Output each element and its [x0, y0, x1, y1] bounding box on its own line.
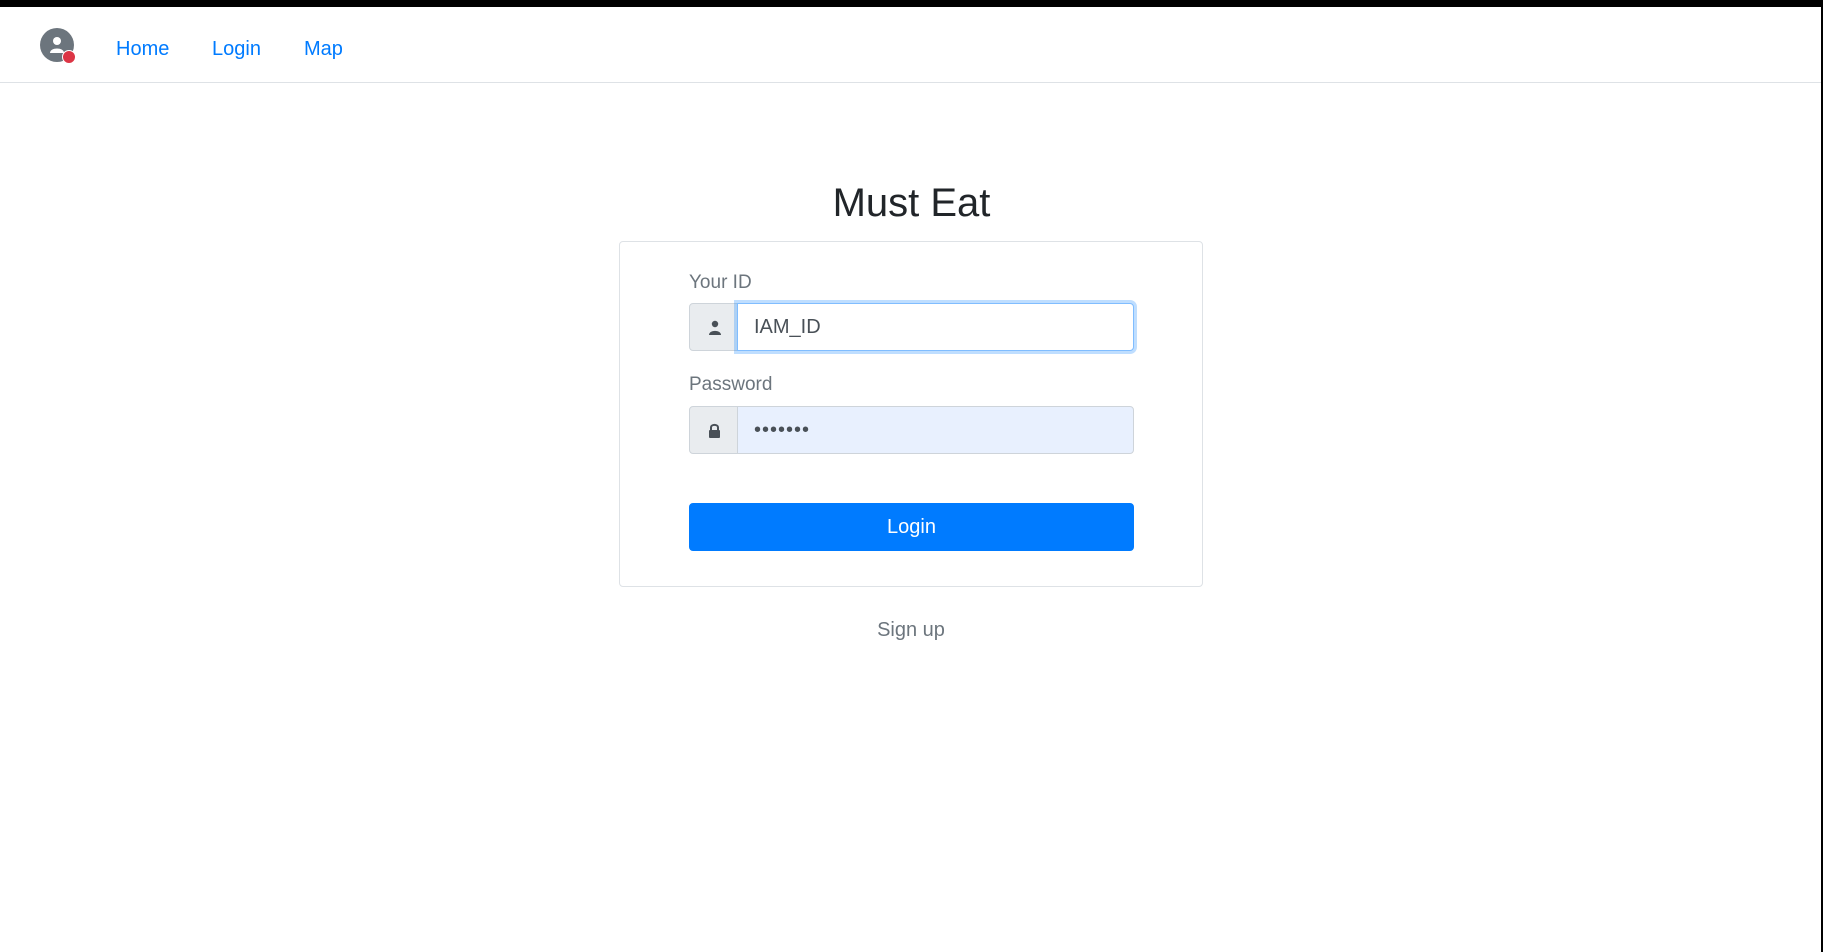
nav-login-link[interactable]: Login: [212, 37, 261, 61]
page-title: Must Eat: [832, 180, 991, 225]
browser-viewport: Home Login Map Must Eat Your ID Password…: [0, 0, 1823, 952]
login-submit-button[interactable]: Login: [689, 503, 1134, 551]
user-icon: [709, 320, 721, 335]
signup-link[interactable]: Sign up: [815, 617, 1007, 643]
nav-home-link[interactable]: Home: [116, 37, 169, 61]
password-input-group: [689, 406, 1134, 454]
password-input[interactable]: [737, 406, 1134, 454]
user-id-label: Your ID: [689, 272, 752, 293]
lock-icon: [709, 423, 720, 438]
user-id-input-group: [689, 303, 1134, 351]
user-id-input[interactable]: [737, 303, 1134, 351]
password-addon: [689, 406, 738, 454]
top-navbar: Home Login Map: [0, 7, 1821, 83]
password-label: Password: [689, 374, 773, 395]
user-id-addon: [689, 303, 738, 351]
notification-badge-icon: [62, 50, 76, 64]
top-black-edge: [0, 0, 1823, 7]
nav-map-link[interactable]: Map: [304, 37, 343, 61]
user-silhouette-icon: [50, 37, 64, 53]
